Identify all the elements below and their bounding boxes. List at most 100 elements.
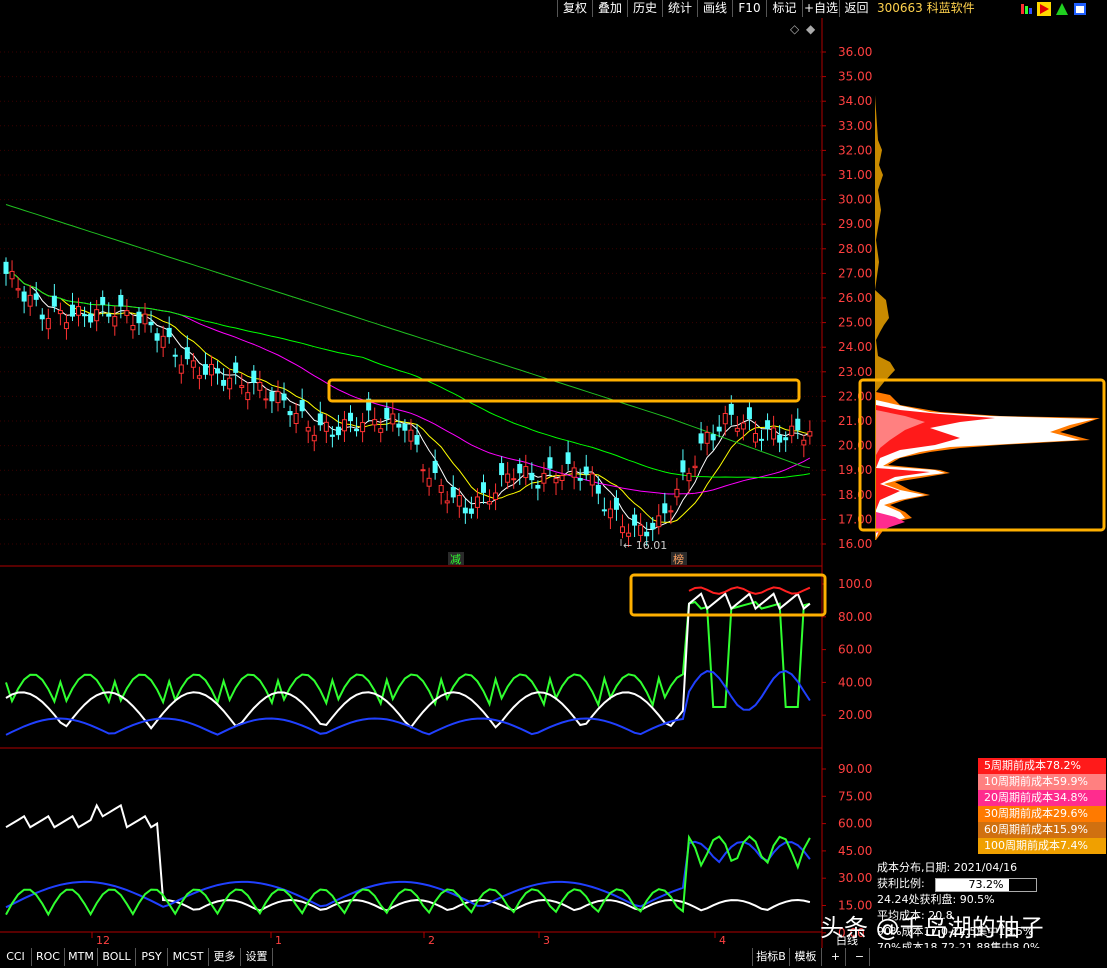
candle-body: [668, 510, 674, 513]
legend-row-20: 20周期前成本34.8%: [978, 790, 1106, 806]
candle-body: [595, 484, 601, 494]
candle-body: [396, 423, 402, 428]
candle-body: [474, 496, 480, 508]
button-huaxian[interactable]: 画线: [697, 0, 732, 17]
candle-body: [487, 501, 493, 505]
profit-ratio-label: 获利比例:: [877, 877, 925, 890]
arrow-up-down-icon[interactable]: ◆: [806, 22, 816, 36]
candle-body: [257, 382, 263, 391]
candle-body: [480, 482, 486, 493]
arrow-icon[interactable]: [1055, 2, 1069, 16]
candle-body: [51, 295, 57, 307]
button-biaoji[interactable]: 标记: [766, 0, 802, 17]
button-diejia[interactable]: 叠加: [592, 0, 627, 17]
candle-body: [740, 422, 746, 430]
price-tick-label: 35.00: [838, 70, 872, 84]
candle-body: [408, 429, 414, 442]
window-icon[interactable]: [1073, 2, 1087, 16]
candle-body: [541, 472, 547, 484]
candle-body: [771, 427, 777, 440]
tab-settings[interactable]: 设置: [241, 948, 273, 966]
candle-body: [680, 460, 686, 473]
legend-row-100: 100周期前成本7.4%: [978, 838, 1106, 854]
candle-body: [233, 362, 239, 373]
zoom-out-button[interactable]: −: [850, 948, 870, 966]
price-tick-label: 31.00: [838, 168, 872, 182]
candle-body: [402, 423, 408, 431]
candle-body: [172, 354, 178, 357]
candle-body: [9, 270, 15, 280]
price-tick-label: 34.00: [838, 94, 872, 108]
ma120-line: [5, 204, 810, 469]
play-icon[interactable]: [1037, 2, 1051, 16]
candle-body: [414, 435, 420, 445]
candle-body: [33, 293, 39, 300]
candle-body: [335, 426, 341, 436]
price-tick-label: 24.00: [838, 340, 872, 354]
indicator-tabs: CCI ROC MTM BOLL PSY MCST 更多 设置 指标B 模板 +…: [0, 948, 1107, 968]
tab-mtm[interactable]: MTM: [65, 948, 98, 966]
candle-body: [106, 313, 112, 317]
candle-body: [765, 420, 771, 430]
price-tick-label: 27.00: [838, 266, 872, 280]
candle-body: [632, 514, 638, 526]
button-add-watchlist[interactable]: +自选: [802, 0, 839, 17]
time-tick-label: 3: [543, 934, 550, 947]
candle-body: [801, 439, 807, 446]
candle-body: [202, 364, 208, 375]
tab-psy[interactable]: PSY: [136, 948, 168, 966]
candle-body: [807, 431, 813, 437]
kline-chart[interactable]: ◇ ◆ 36.00 35.00 34.00 33.00 32.00 31.00 30.00 2…: [0, 18, 1107, 568]
profit-at-price: 24.24处获利盘: 90.5%: [877, 893, 995, 906]
candle-body: [535, 485, 541, 489]
price-tick-label: 25.00: [838, 316, 872, 330]
osc1-tick-label: 60.00: [838, 643, 872, 657]
tab-indicator-b[interactable]: 指标B: [752, 948, 790, 966]
candle-body: [565, 452, 571, 464]
tab-cci[interactable]: CCI: [0, 948, 32, 966]
candle-body: [722, 412, 728, 425]
candle-body: [323, 421, 329, 432]
candle-body: [209, 363, 214, 376]
button-f10[interactable]: F10: [732, 0, 766, 17]
event-marker-2[interactable]: 榜: [673, 552, 684, 566]
oscillator-panel-1[interactable]: 100.0 80.00 60.00 40.00 20.00: [0, 568, 1107, 750]
price-tick-label: 36.00: [838, 45, 872, 59]
candle-body: [160, 335, 166, 348]
tab-roc[interactable]: ROC: [32, 948, 65, 966]
candle-body: [227, 377, 233, 390]
tab-mcst[interactable]: MCST: [168, 948, 209, 966]
candle-body: [15, 288, 21, 291]
candle-body: [281, 393, 287, 401]
tab-more[interactable]: 更多: [209, 948, 241, 966]
osc2-lines: [5, 803, 811, 917]
candle-body: [317, 413, 323, 426]
candle-body: [505, 473, 511, 483]
button-tongji[interactable]: 统计: [662, 0, 697, 17]
button-lishi[interactable]: 历史: [627, 0, 662, 17]
legend-row-5: 5周期前成本78.2%: [978, 758, 1106, 774]
candle-body: [559, 475, 565, 482]
candle-body: [354, 428, 360, 432]
cost-legend: 5周期前成本78.2% 10周期前成本59.9% 20周期前成本34.8% 30…: [978, 758, 1106, 854]
toolbar: 复权 叠加 历史 统计 画线 F10 标记 +自选 返回 300663 科蓝软件: [0, 0, 1107, 18]
candle-body: [710, 434, 716, 441]
candle-body: [378, 428, 384, 433]
button-back[interactable]: 返回: [839, 0, 873, 17]
candle-body: [118, 294, 124, 307]
candle-body: [221, 379, 227, 386]
chart-type-icon[interactable]: [1020, 2, 1034, 16]
osc2-tick-label: 75.00: [838, 789, 872, 803]
button-fuquan[interactable]: 复权: [557, 0, 592, 17]
candle-body: [305, 426, 311, 432]
event-marker-1[interactable]: 减: [450, 553, 461, 566]
candle-body: [142, 313, 148, 325]
price-tick-label: 33.00: [838, 119, 872, 133]
diamond-icon[interactable]: ◇: [790, 22, 800, 36]
zoom-in-button[interactable]: +: [826, 948, 846, 966]
tab-template[interactable]: 模板: [790, 948, 822, 966]
candle-body: [154, 333, 160, 341]
tab-boll[interactable]: BOLL: [98, 948, 136, 966]
candle-body: [777, 434, 783, 443]
candle-body: [698, 433, 704, 444]
